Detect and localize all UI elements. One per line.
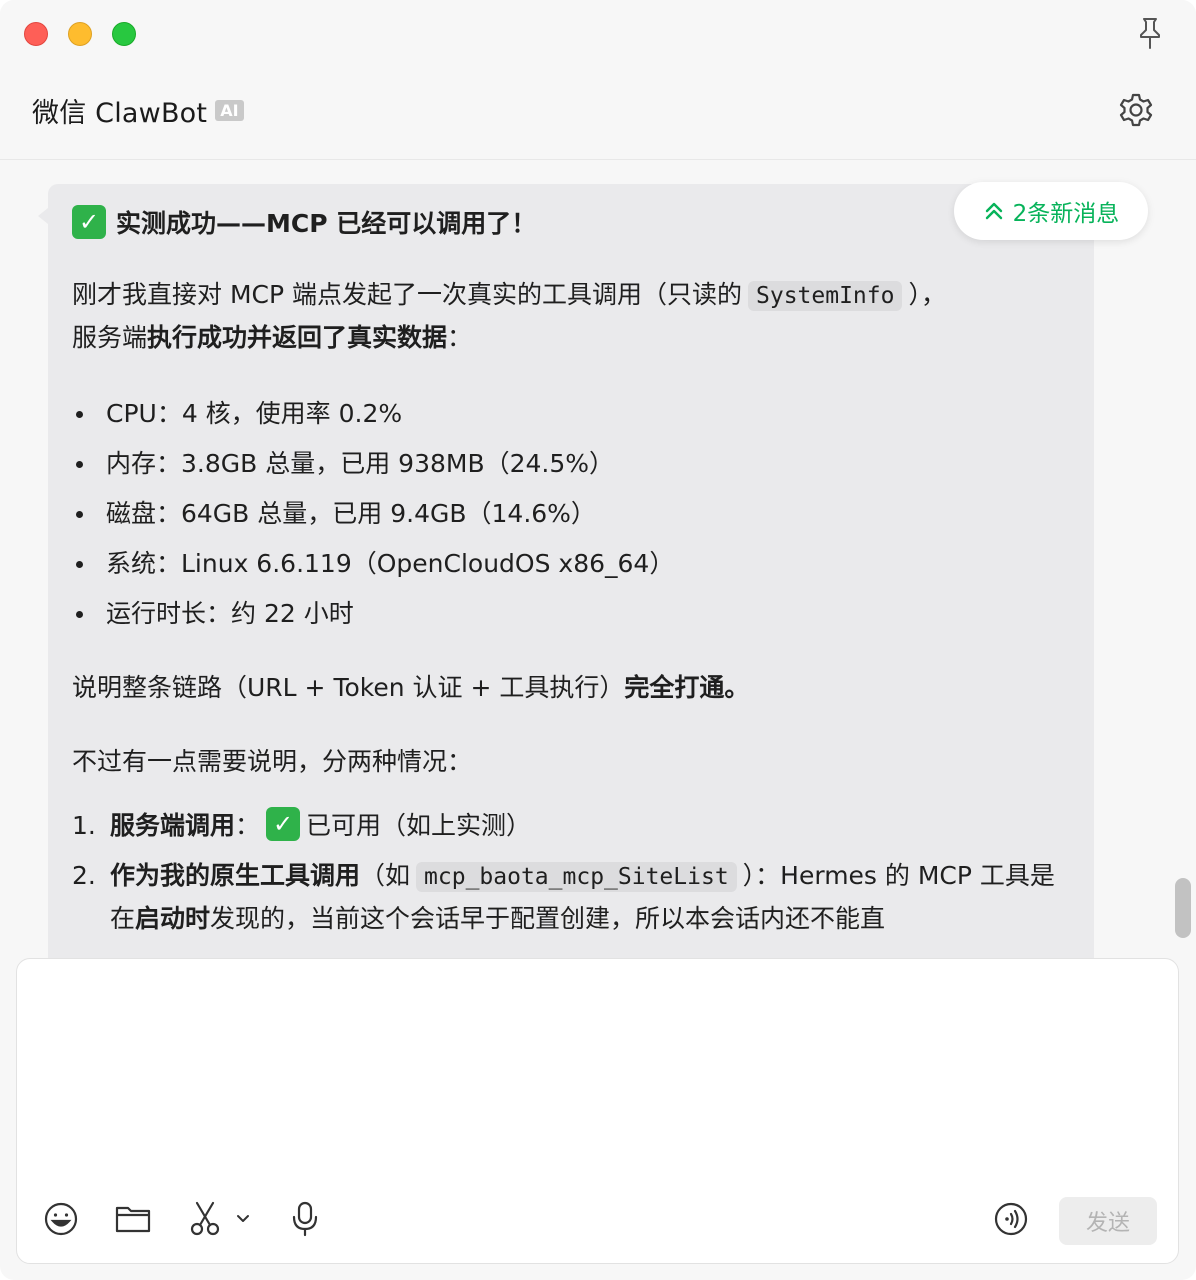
item-text: 已可用（如上实测） bbox=[306, 811, 532, 840]
new-messages-button[interactable]: 2条新消息 bbox=[954, 182, 1148, 240]
item-bold: 启动时 bbox=[135, 904, 211, 933]
double-chevron-up-icon bbox=[985, 202, 1002, 220]
message-composer[interactable]: 发送 bbox=[16, 958, 1179, 1264]
check-mark-icon: ✓ bbox=[72, 205, 106, 239]
intro-text-2: ）， bbox=[908, 280, 946, 309]
intro-text-3: 服务端 bbox=[72, 323, 148, 352]
list-item: 1. 服务端调用： ✓ 已可用（如上实测） bbox=[72, 805, 1070, 847]
chat-title-text: 微信 ClawBot bbox=[32, 97, 208, 129]
list-item: 磁盘：64GB 总量，已用 9.4GB（14.6%） bbox=[72, 489, 1070, 539]
intro-text: 刚才我直接对 MCP 端点发起了一次真实的工具调用（只读的 bbox=[72, 280, 742, 309]
message-note: 不过有一点需要说明，分两种情况： bbox=[72, 747, 473, 776]
chat-title: 微信 ClawBot AI bbox=[32, 92, 244, 129]
send-button[interactable]: 发送 bbox=[1059, 1197, 1157, 1245]
inline-code: mcp_baota_mcp_SiteList bbox=[416, 862, 737, 892]
emoji-icon[interactable] bbox=[41, 1199, 81, 1239]
message-bubble[interactable]: ✓ 实测成功——MCP 已经可以调用了！ 刚才我直接对 MCP 端点发起了一次真… bbox=[38, 184, 1094, 960]
message-heading-text: 实测成功——MCP 已经可以调用了！ bbox=[116, 209, 537, 238]
list-number: 1. bbox=[72, 811, 96, 840]
item-colon: ： bbox=[235, 811, 261, 840]
item-bold: 服务端调用 bbox=[110, 811, 236, 840]
chat-area[interactable]: ✓ 实测成功——MCP 已经可以调用了！ 刚才我直接对 MCP 端点发起了一次真… bbox=[0, 160, 1196, 960]
list-item: 2. 作为我的原生工具调用（如 mcp_baota_mcp_SiteList ）：He… bbox=[72, 855, 1070, 940]
ai-badge: AI bbox=[215, 99, 244, 121]
list-item: CPU：4 核，使用率 0.2% bbox=[72, 389, 1070, 439]
message-heading: ✓ 实测成功——MCP 已经可以调用了！ bbox=[72, 202, 1070, 242]
item-bold: 作为我的原生工具调用 bbox=[110, 861, 361, 890]
item-text: 发现的，当前这个会话早于配置创建，所以本会话内还不能直 bbox=[210, 904, 886, 933]
voice-input-icon[interactable] bbox=[991, 1199, 1031, 1239]
zoom-window-button[interactable] bbox=[112, 22, 136, 46]
close-window-button[interactable] bbox=[24, 22, 48, 46]
message-input[interactable] bbox=[37, 975, 1157, 1175]
folder-icon[interactable] bbox=[113, 1199, 153, 1239]
numbered-list: 1. 服务端调用： ✓ 已可用（如上实测） 2. 作为我的原生工具调用（如 mcp_bao… bbox=[72, 805, 1070, 940]
list-item: 系统：Linux 6.6.119（OpenCloudOS x86_64） bbox=[72, 539, 1070, 589]
summary-bold: 完全打通。 bbox=[624, 673, 750, 702]
chevron-down-icon[interactable] bbox=[231, 1199, 255, 1239]
chat-scrollbar[interactable] bbox=[1175, 878, 1191, 938]
intro-text-4: ： bbox=[447, 323, 473, 352]
new-messages-label: 2条新消息 bbox=[1012, 201, 1120, 227]
list-number: 2. bbox=[72, 861, 96, 890]
scissors-icon[interactable] bbox=[185, 1199, 225, 1239]
gear-icon[interactable] bbox=[1118, 92, 1154, 128]
intro-bold: 执行成功并返回了真实数据 bbox=[147, 323, 448, 352]
summary-text: 说明整条链路（URL + Token 认证 + 工具执行） bbox=[72, 673, 625, 702]
pin-icon[interactable] bbox=[1134, 16, 1166, 50]
inline-code: SystemInfo bbox=[748, 281, 903, 311]
list-item: 运行时长：约 22 小时 bbox=[72, 589, 1070, 639]
message-intro: 刚才我直接对 MCP 端点发起了一次真实的工具调用（只读的 SystemInfo）… bbox=[72, 274, 1070, 359]
title-bar: 微信 ClawBot AI bbox=[0, 0, 1196, 160]
minimize-window-button[interactable] bbox=[68, 22, 92, 46]
message-summary: 说明整条链路（URL + Token 认证 + 工具执行）完全打通。 bbox=[72, 667, 1070, 709]
list-item: 内存：3.8GB 总量，已用 938MB（24.5%） bbox=[72, 439, 1070, 489]
microphone-icon[interactable] bbox=[285, 1199, 325, 1239]
system-info-list: CPU：4 核，使用率 0.2% 内存：3.8GB 总量，已用 938MB（24… bbox=[72, 389, 1070, 639]
item-text: （如 bbox=[360, 861, 411, 890]
app-window: 微信 ClawBot AI ✓ 实测成功——MCP 已经可以调用了！ 刚才我直接… bbox=[0, 0, 1196, 1280]
check-mark-icon: ✓ bbox=[266, 807, 301, 841]
